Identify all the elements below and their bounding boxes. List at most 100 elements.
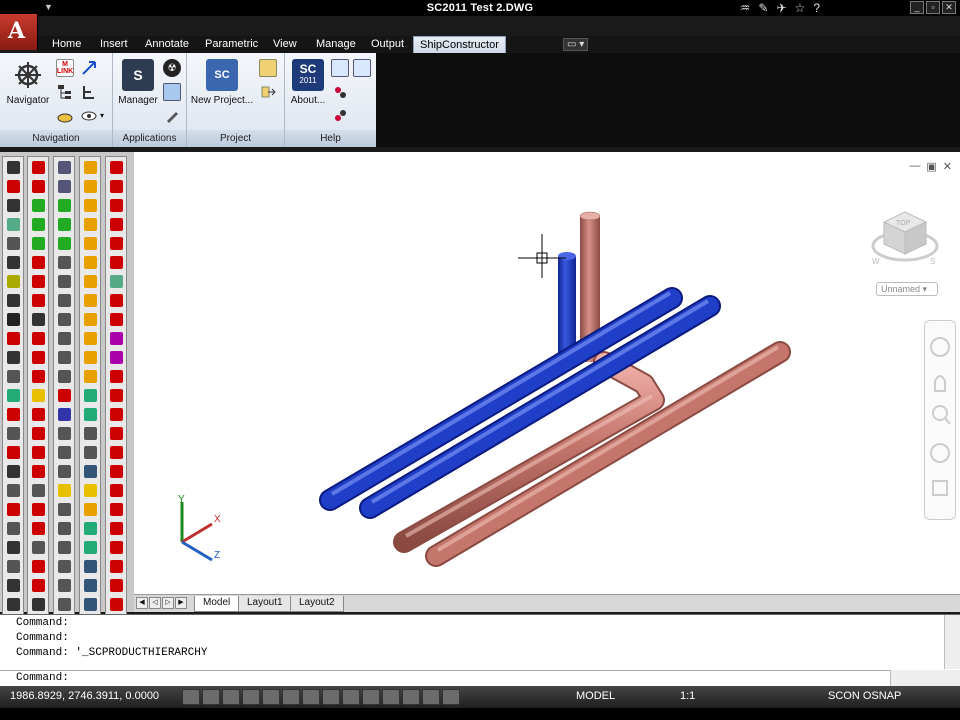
manager-button[interactable]: S Manager	[117, 59, 159, 106]
hierarchy-icon[interactable]	[56, 83, 74, 101]
tab-insert[interactable]: Insert	[100, 38, 128, 50]
toolbar-tool-button[interactable]	[3, 329, 23, 347]
tree-icon[interactable]	[80, 83, 98, 101]
ribbon-minimize-toggle[interactable]: ▭ ▾	[563, 38, 589, 51]
command-horizontal-scrollbar[interactable]	[890, 670, 960, 686]
toolbar-tool-button[interactable]	[106, 329, 126, 347]
about-button[interactable]: SC 2011 About...	[287, 59, 329, 106]
toolbar-tool-button[interactable]	[80, 215, 100, 233]
quick-properties-icon[interactable]	[422, 689, 440, 705]
toolbar-tool-button[interactable]	[80, 234, 100, 252]
model-space-toggle[interactable]: MODEL	[576, 690, 615, 702]
grid-display-icon[interactable]	[222, 689, 240, 705]
toolbar-tool-button[interactable]	[28, 196, 48, 214]
toolbar-tool-button[interactable]	[28, 310, 48, 328]
toolbar-tool-button[interactable]	[106, 519, 126, 537]
toolbar-tool-button[interactable]	[3, 424, 23, 442]
toolbar-tool-button[interactable]	[106, 196, 126, 214]
toolbar-tool-button[interactable]	[28, 158, 48, 176]
toolbar-tool-button[interactable]	[3, 367, 23, 385]
toolbar-tool-button[interactable]	[28, 576, 48, 594]
object-snap-icon[interactable]	[282, 689, 300, 705]
viewport-close-icon[interactable]: ✕	[943, 160, 952, 173]
lineweight-icon[interactable]	[382, 689, 400, 705]
toolbar-tool-button[interactable]	[3, 253, 23, 271]
toolbar-tool-button[interactable]	[28, 481, 48, 499]
toolbar-tool-button[interactable]	[3, 158, 23, 176]
toolbar-tool-button[interactable]	[54, 500, 74, 518]
command-input[interactable]: Command:	[0, 670, 944, 686]
toolbar-tool-button[interactable]	[80, 196, 100, 214]
toolbar-tool-button[interactable]	[106, 443, 126, 461]
new-project-button[interactable]: SC New Project...	[189, 59, 255, 106]
toolbar-tool-button[interactable]	[80, 310, 100, 328]
toolbar-tool-button[interactable]	[80, 272, 100, 290]
toolbar-tool-button[interactable]	[80, 500, 100, 518]
toolbar-tool-button[interactable]	[106, 405, 126, 423]
toolbar-tool-button[interactable]	[3, 443, 23, 461]
drawing-canvas[interactable]: Y X Z — ▣ ✕ TOP W S Unnamed ▾	[134, 152, 960, 594]
toolbar-tool-button[interactable]	[3, 462, 23, 480]
toolbar-tool-button[interactable]	[54, 234, 74, 252]
toolbar-tool-button[interactable]	[28, 177, 48, 195]
dynamic-input-icon[interactable]	[362, 689, 380, 705]
dynamic-ucs-icon[interactable]	[342, 689, 360, 705]
viewcube[interactable]: TOP W S	[870, 202, 940, 272]
toolbar-tool-button[interactable]	[80, 291, 100, 309]
toolbar-tool-button[interactable]	[106, 481, 126, 499]
tab-view[interactable]: View	[273, 38, 297, 50]
toolbar-tool-button[interactable]	[80, 386, 100, 404]
snap-mode-icon[interactable]	[202, 689, 220, 705]
toolbar-tool-button[interactable]	[80, 595, 100, 613]
next-layout-button[interactable]: ▷	[162, 597, 174, 609]
toolbar-tool-button[interactable]	[3, 538, 23, 556]
toolbar-tool-button[interactable]	[3, 234, 23, 252]
toolbar-tool-button[interactable]	[3, 215, 23, 233]
tab-output[interactable]: Output	[371, 38, 404, 50]
toolbar-tool-button[interactable]	[106, 538, 126, 556]
toolbar-tool-button[interactable]	[80, 158, 100, 176]
toolbar-tool-button[interactable]	[54, 215, 74, 233]
toolbar-tool-button[interactable]	[54, 272, 74, 290]
last-layout-button[interactable]: ▶	[175, 597, 187, 609]
web-help-icon[interactable]	[353, 59, 371, 77]
tip-icon[interactable]	[331, 83, 349, 101]
toolbar-tool-button[interactable]	[80, 576, 100, 594]
minimize-button[interactable]: _	[910, 1, 924, 14]
toolbar-tool-button[interactable]	[54, 253, 74, 271]
toolbar-tool-button[interactable]	[3, 595, 23, 613]
favorites-icon[interactable]: ☆	[795, 1, 806, 15]
first-layout-button[interactable]: ◀	[136, 597, 148, 609]
toolbar-tool-button[interactable]	[3, 576, 23, 594]
toolbar-tool-button[interactable]	[54, 405, 74, 423]
tab-shipconstructor[interactable]: ShipConstructor	[413, 36, 506, 53]
toolbar-tool-button[interactable]	[28, 519, 48, 537]
toolbar-tool-button[interactable]	[106, 386, 126, 404]
tab-parametric[interactable]: Parametric	[205, 38, 258, 50]
toolbar-tool-button[interactable]	[106, 310, 126, 328]
toolbar-tool-button[interactable]	[3, 272, 23, 290]
toolbar-tool-button[interactable]	[3, 348, 23, 366]
toolbar-tool-button[interactable]	[80, 481, 100, 499]
toolbar-tool-button[interactable]	[106, 291, 126, 309]
toolbar-tool-button[interactable]	[80, 443, 100, 461]
toolbar-tool-button[interactable]	[106, 234, 126, 252]
toolbar-tool-button[interactable]	[54, 196, 74, 214]
toolbar-tool-button[interactable]	[28, 234, 48, 252]
toolbar-tool-button[interactable]	[54, 443, 74, 461]
toolbar-tool-button[interactable]	[28, 500, 48, 518]
ucs-menu[interactable]: Unnamed ▾	[876, 282, 938, 296]
toolbar-tool-button[interactable]	[106, 177, 126, 195]
application-menu-button[interactable]: A	[0, 14, 38, 50]
toolbar-tool-button[interactable]	[54, 462, 74, 480]
polar-tracking-icon[interactable]	[262, 689, 280, 705]
toolbar-tool-button[interactable]	[106, 500, 126, 518]
toolbar-tool-button[interactable]	[28, 329, 48, 347]
folder-icon[interactable]	[259, 59, 277, 77]
command-history-scrollbar[interactable]	[944, 615, 960, 669]
toolbar-tool-button[interactable]	[54, 424, 74, 442]
model-space-view[interactable]: Y X Z	[134, 152, 960, 594]
transparency-icon[interactable]	[402, 689, 420, 705]
toolbar-tool-button[interactable]	[28, 557, 48, 575]
toolbar-tool-button[interactable]	[80, 557, 100, 575]
